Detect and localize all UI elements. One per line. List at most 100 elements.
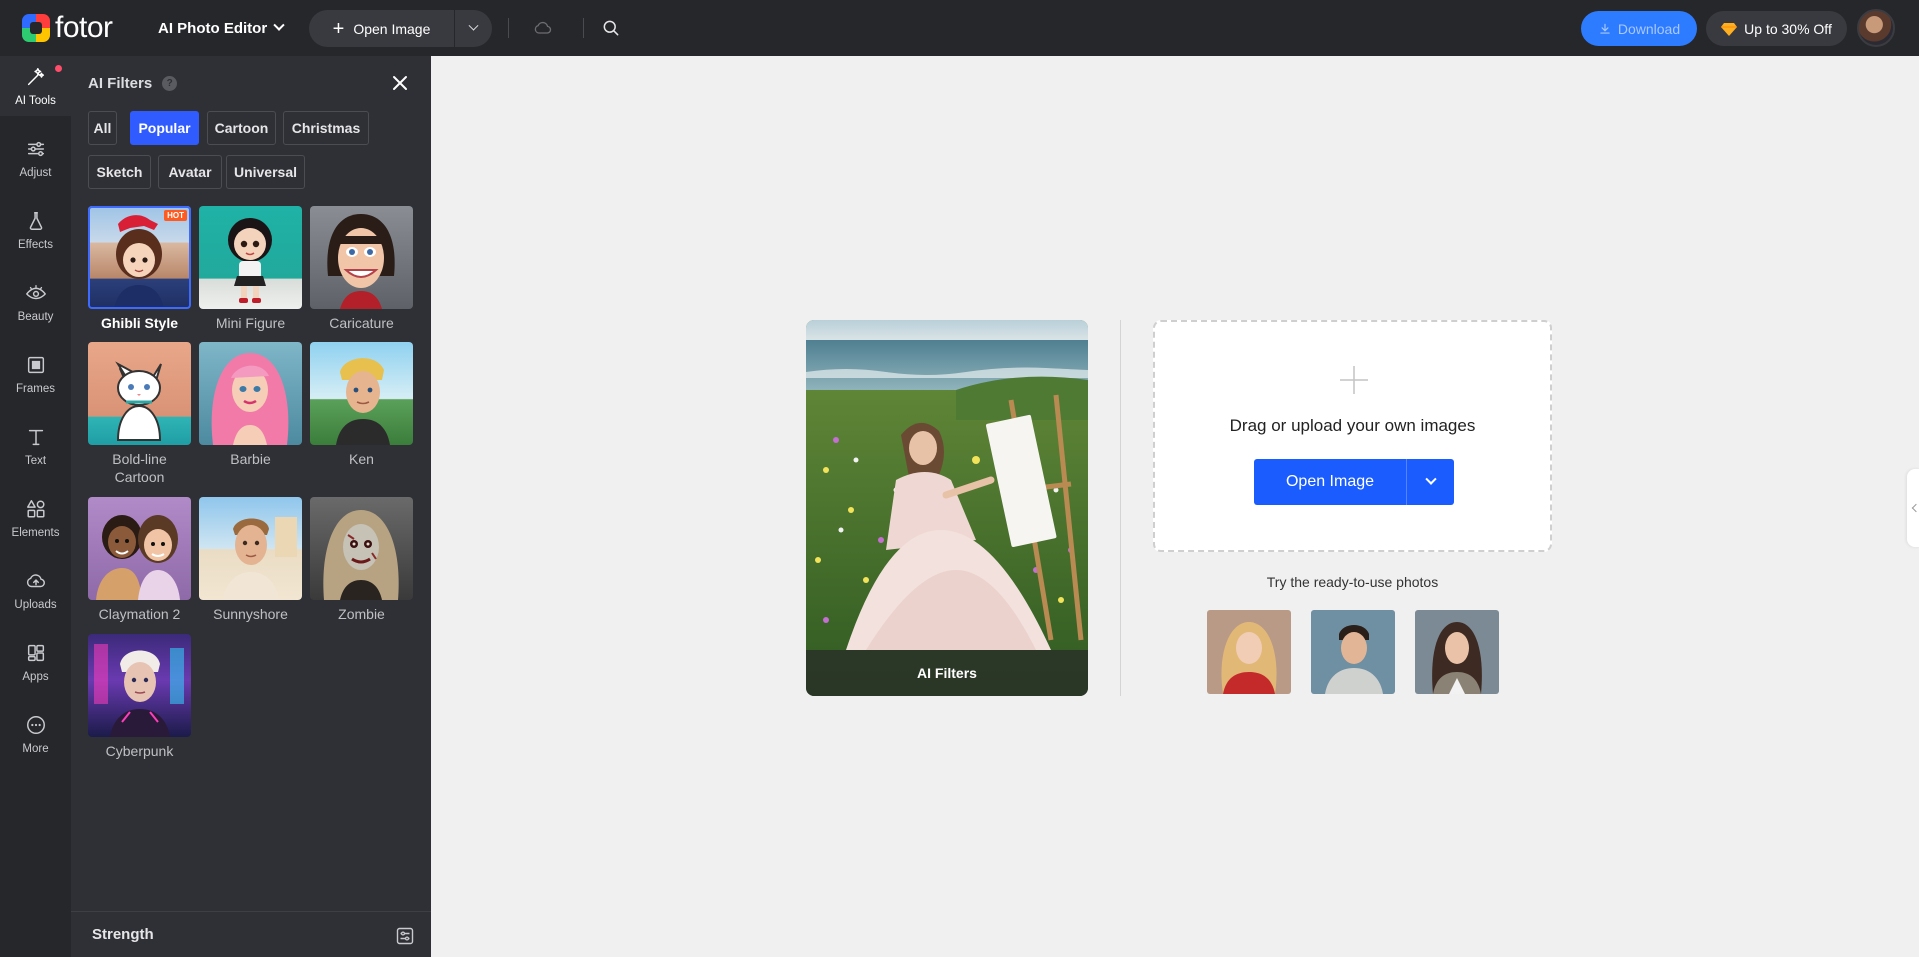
chip-sketch[interactable]: Sketch — [88, 155, 151, 189]
promo-button[interactable]: Up to 30% Off — [1706, 11, 1847, 46]
upload-drop-zone[interactable]: Drag or upload your own images Open Imag… — [1153, 320, 1552, 552]
filter-label: Claymation 2 — [98, 606, 181, 622]
more-icon — [26, 715, 45, 734]
diamond-icon — [1721, 22, 1738, 36]
filter-thumbnail — [310, 206, 413, 309]
apps-icon — [27, 644, 44, 661]
open-image-split-button: Open Image — [1254, 459, 1454, 505]
sample-photo-woman-red[interactable] — [1207, 610, 1291, 694]
filter-tile-barbie[interactable]: Barbie — [199, 342, 302, 468]
chip-all[interactable]: All — [88, 111, 117, 145]
filter-label: Ken — [349, 451, 374, 467]
help-icon[interactable]: ? — [162, 76, 178, 91]
filter-tile-bold-line-cartoon[interactable]: Bold-line Cartoon — [88, 342, 191, 486]
chip-cartoon[interactable]: Cartoon — [207, 111, 276, 145]
chip-christmas[interactable]: Christmas — [283, 111, 369, 145]
rail-label: AI Tools — [15, 94, 56, 107]
ken-illustration — [336, 358, 390, 445]
chip-avatar[interactable]: Avatar — [158, 155, 222, 189]
barbie-illustration — [211, 353, 289, 445]
caricature-illustration — [327, 214, 395, 309]
hero-caption: AI Filters — [806, 650, 1088, 696]
rail-item-text[interactable]: Text — [0, 416, 71, 476]
rail-item-effects[interactable]: Effects — [0, 200, 71, 260]
filter-thumbnail — [310, 497, 413, 600]
filter-thumbnail: HOT — [88, 206, 191, 309]
toolbar-divider — [583, 18, 584, 38]
sample-photo — [1207, 610, 1291, 694]
left-tool-rail: AI Tools Adjust Effects Beauty Frames Te… — [0, 56, 71, 957]
claymation-illustration — [96, 515, 180, 600]
filter-tile-claymation-2[interactable]: Claymation 2 — [88, 497, 191, 623]
strength-section: Strength — [71, 911, 431, 957]
eye-icon — [25, 284, 46, 299]
panel-title: AI Filters ? — [88, 75, 178, 92]
close-icon[interactable] — [389, 72, 411, 94]
filter-label: Cyberpunk — [105, 743, 174, 759]
settings-panel-icon[interactable] — [396, 927, 414, 945]
panel-title-text: AI Filters — [88, 75, 153, 92]
ai-filters-hero-card[interactable]: AI Filters — [806, 320, 1088, 696]
rail-item-uploads[interactable]: Uploads — [0, 560, 71, 620]
filter-tile-mini-figure[interactable]: Mini Figure — [199, 206, 302, 332]
chevron-left-icon — [1911, 503, 1919, 513]
open-image-dropdown-button[interactable] — [455, 10, 492, 47]
open-image-label: Open Image — [353, 20, 431, 37]
rail-item-adjust[interactable]: Adjust — [0, 128, 71, 188]
sample-photo-woman-dark[interactable] — [1415, 610, 1499, 694]
rail-label: Effects — [18, 238, 53, 251]
filter-tile-caricature[interactable]: Caricature — [310, 206, 413, 332]
filter-tile-ken[interactable]: Ken — [310, 342, 413, 468]
fotor-logo-icon — [22, 14, 50, 42]
main-canvas-area: AI Filters Drag or upload your own image… — [431, 56, 1919, 957]
rail-label: More — [22, 742, 49, 755]
filter-tile-ghibli-style[interactable]: HOT Ghibli Style — [88, 206, 191, 332]
chip-universal[interactable]: Universal — [226, 155, 305, 189]
rail-item-ai-tools[interactable]: AI Tools — [0, 56, 71, 116]
rail-item-frames[interactable]: Frames — [0, 344, 71, 404]
chip-popular[interactable]: Popular — [130, 111, 199, 145]
top-bar: fotor AI Photo Editor + Open Image Downl… — [0, 0, 1919, 56]
filter-tile-cyberpunk[interactable]: Cyberpunk — [88, 634, 191, 760]
search-icon — [603, 20, 619, 36]
download-label: Download — [1617, 20, 1681, 37]
open-image-options-button[interactable] — [1407, 459, 1454, 505]
cloud-icon — [534, 21, 552, 34]
text-icon — [28, 429, 43, 445]
cloud-upload-icon — [26, 573, 45, 587]
editor-switch-dropdown[interactable]: AI Photo Editor — [158, 16, 285, 40]
filter-tile-zombie[interactable]: Zombie — [310, 497, 413, 623]
plus-icon — [1340, 366, 1368, 394]
rail-item-elements[interactable]: Elements — [0, 488, 71, 548]
rail-item-apps[interactable]: Apps — [0, 632, 71, 692]
drop-zone-text: Drag or upload your own images — [1229, 416, 1476, 435]
filter-thumbnail — [199, 342, 302, 445]
search-button[interactable] — [598, 15, 624, 41]
promo-label: Up to 30% Off — [1744, 20, 1832, 37]
rail-label: Uploads — [14, 598, 57, 611]
open-image-main-button[interactable]: Open Image — [1254, 459, 1407, 505]
chevron-down-icon — [1424, 473, 1437, 485]
rail-item-beauty[interactable]: Beauty — [0, 272, 71, 332]
sample-photo-man[interactable] — [1311, 610, 1395, 694]
open-image-button[interactable]: + Open Image — [309, 10, 455, 47]
filter-thumbnail — [88, 497, 191, 600]
user-avatar[interactable] — [1857, 9, 1895, 47]
cloud-save-button[interactable] — [530, 15, 556, 41]
download-button[interactable]: Download — [1581, 11, 1697, 46]
open-image-group: + Open Image — [309, 10, 492, 47]
collapse-right-panel-button[interactable] — [1907, 469, 1919, 547]
rail-label: Text — [24, 454, 47, 467]
rail-item-more[interactable]: More — [0, 704, 71, 764]
filter-label: Bold-line Cartoon — [112, 451, 167, 485]
sliders-icon — [27, 141, 44, 156]
logo-text: fotor — [55, 11, 113, 44]
fotor-logo[interactable]: fotor — [22, 12, 113, 44]
filter-label: Zombie — [338, 606, 385, 622]
toolbar-divider — [508, 18, 509, 38]
chevron-down-icon — [468, 20, 479, 31]
mini-figure-illustration — [228, 218, 272, 303]
filter-label: Caricature — [329, 315, 394, 331]
filter-tile-sunnyshore[interactable]: Sunnyshore — [199, 497, 302, 623]
frame-icon — [27, 356, 44, 373]
